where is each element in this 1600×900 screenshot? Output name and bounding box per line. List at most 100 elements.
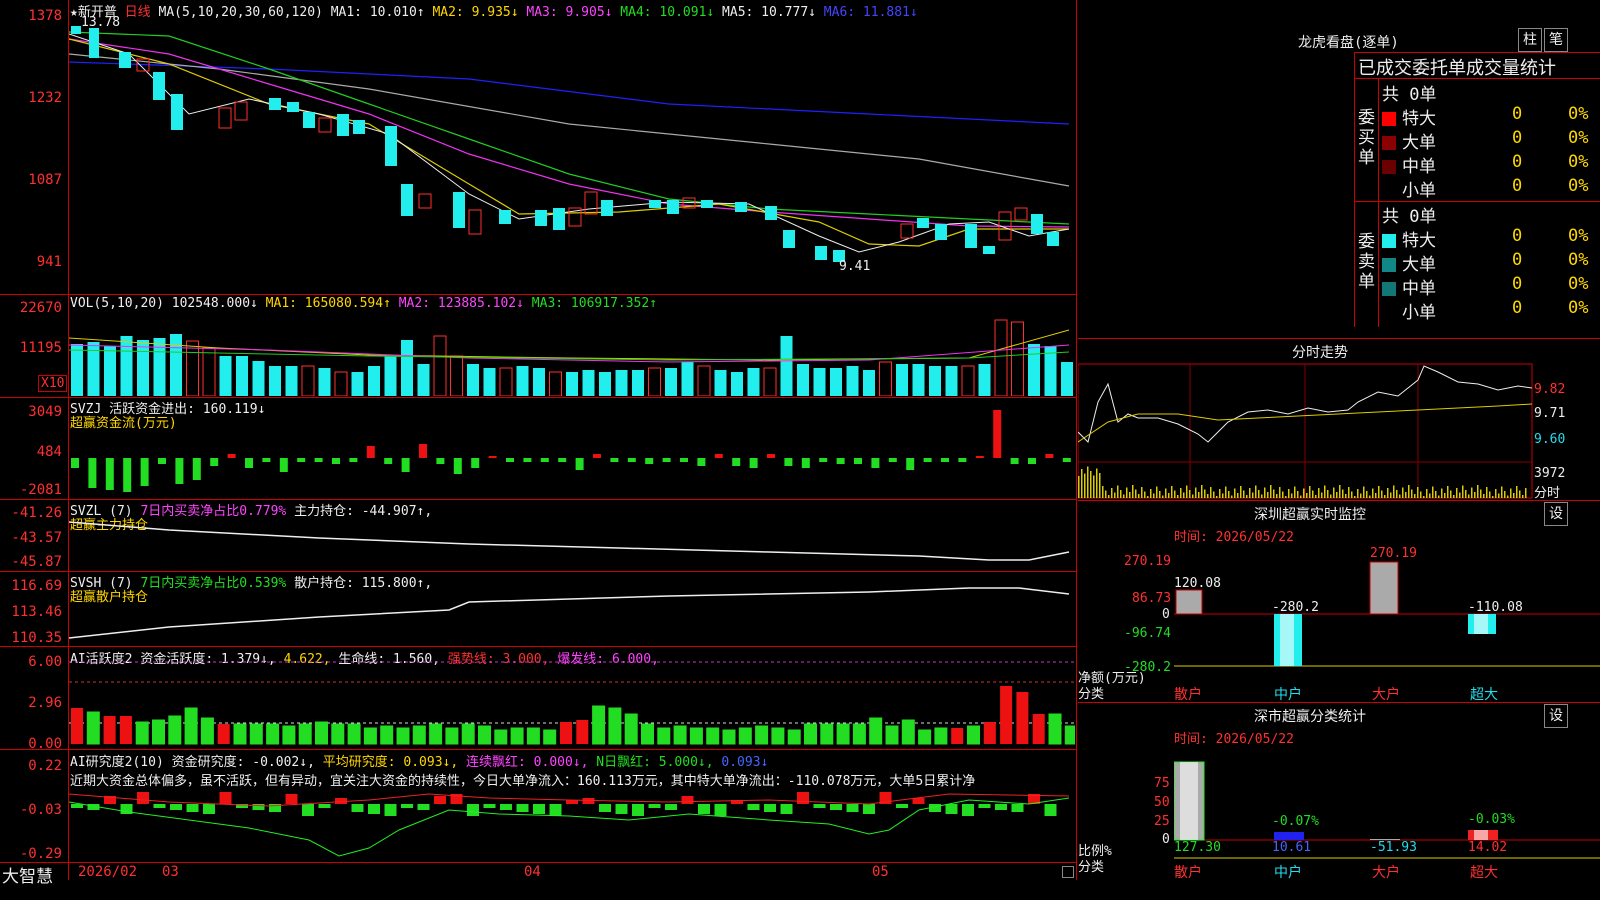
ai-active-tick: 2.96 [28,695,62,711]
main-chart-area[interactable]: 1378 1232 1087 941 ★新开普 日线 MA(5,10,20,30… [0,0,1077,900]
bar [368,366,380,396]
bar [71,344,83,396]
bar [1011,321,1024,396]
bar [1492,496,1494,498]
bar [1504,491,1506,498]
tick-mode-button[interactable]: 笔 [1544,28,1568,52]
low-marker: 9.41 [839,259,870,274]
bar [401,458,410,472]
class-title: 深市超赢分类统计 [1254,709,1366,725]
bar [1045,454,1054,458]
monitor-bar-retail [1175,589,1203,615]
volume-chart[interactable] [69,310,1075,396]
bar [1087,466,1089,498]
bar [103,716,116,744]
monitor-time: 时间: 2026/05/22 [1174,530,1294,545]
svzj-chart[interactable] [69,400,1075,498]
bar [105,458,114,490]
bar [1219,489,1221,498]
bar [697,365,711,396]
class-cat: 大户 [1372,865,1400,881]
bar [1411,489,1413,498]
bar [755,725,769,745]
bar-mode-button[interactable]: 柱 [1518,28,1542,52]
bar [771,727,785,745]
class-settings-button[interactable]: 设 [1544,704,1568,728]
bar [202,347,216,396]
ai-research-chart[interactable] [69,790,1075,860]
class-value: 10.61 [1272,840,1312,855]
bar [1345,494,1347,498]
bar [1441,488,1443,498]
vol-unit-badge: X10 [38,375,68,392]
bar [1309,486,1311,498]
bar [1351,491,1353,498]
bar [1147,496,1149,498]
bar [608,707,622,745]
minute-chart[interactable] [1078,362,1600,500]
sell-total: 共 0单 [1382,207,1437,227]
bar [641,723,654,745]
bar [540,458,549,462]
bar [1372,488,1374,498]
bar [349,458,358,462]
kline-chart[interactable]: 13.78 9.41 [69,14,1075,294]
bar [412,725,426,745]
ai-research-label: AI研究度2(10) [70,755,164,770]
bar [1255,485,1257,498]
bar [852,723,866,745]
bar [543,729,557,745]
bar [1252,492,1254,498]
bar [1510,488,1512,498]
bar [813,804,826,808]
bar [906,458,915,470]
monitor-value: -110.08 [1468,600,1523,615]
buy-total: 共 0单 [1382,85,1437,105]
ai-active-chart[interactable] [69,660,1075,748]
bar [689,727,703,745]
bar [1102,486,1104,498]
monitor-bar-large [1369,561,1399,615]
monitor-settings-button[interactable]: 设 [1544,502,1568,526]
bar [1384,495,1386,498]
bar [1201,485,1203,498]
svsh-chart[interactable] [69,572,1075,645]
bar [863,370,875,396]
bar [1303,488,1305,498]
sell-row-medium: 中单 0 0% [1382,274,1600,299]
bar [192,458,201,480]
bar [137,792,149,804]
monitor-chart[interactable] [1174,560,1600,670]
vol-ma2: MA2: 123885.102↓ [398,296,524,311]
bar [120,336,133,396]
class-bar-mid [1274,832,1304,840]
bar [494,729,508,745]
bar [285,794,298,804]
bar [1501,486,1503,498]
lock-icon[interactable] [1062,866,1074,878]
bar [846,804,859,812]
bar [1522,495,1524,498]
bar [662,458,671,462]
bar [1480,489,1482,498]
bar [217,724,230,744]
bar [1159,491,1161,498]
bar [1138,494,1140,498]
bar [1321,492,1323,498]
bar [1204,489,1206,498]
bar [1240,486,1242,498]
bar [912,364,925,396]
bar [506,458,514,462]
bar [1291,493,1293,498]
stat-title: 已成交委托单成交量统计 [1358,58,1556,79]
bar [1246,495,1248,498]
bar [516,366,529,396]
bar [332,458,340,464]
bar [297,458,306,462]
bar [1225,486,1227,498]
sell-side-label: 委卖单 [1358,232,1375,292]
bar [801,458,810,468]
bar [1432,486,1434,498]
bar [941,458,949,462]
svzl-chart[interactable] [69,500,1075,570]
